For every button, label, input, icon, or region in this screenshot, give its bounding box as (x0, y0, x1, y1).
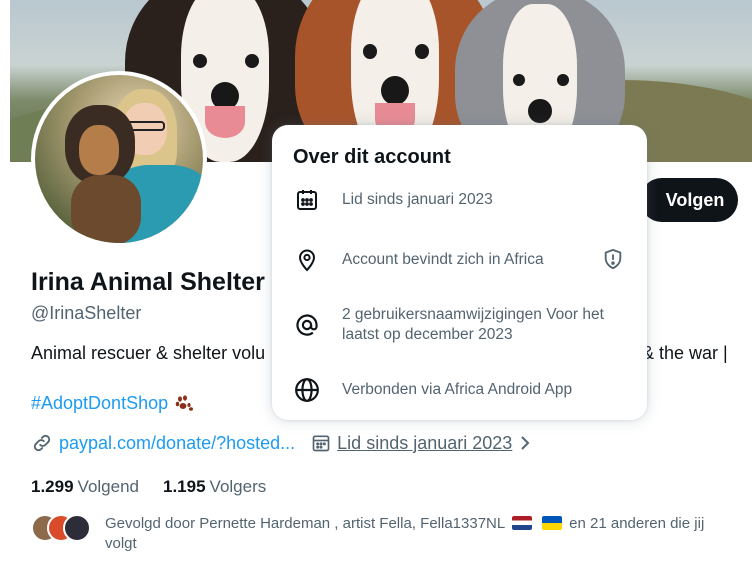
profile-website-text[interactable]: paypal.com/donate/?hosted... (59, 433, 295, 454)
ukraine-flag-icon (542, 516, 562, 530)
at-sign-icon (294, 312, 320, 338)
about-account-popover: Over dit account Lid sinds januari 2023 … (272, 125, 647, 420)
follow-button[interactable]: Volgen (640, 178, 738, 222)
profile-bio-tail: & the war | (642, 343, 728, 363)
profile-name: Irina Animal Shelter (31, 268, 265, 296)
calendar-icon (294, 187, 320, 213)
hashtag-text[interactable]: #AdoptDontShop (31, 393, 168, 414)
popover-item-connected-via: Verbonden via Africa Android App (294, 377, 634, 403)
calendar-icon (311, 433, 331, 453)
followers-label: Volgers (209, 477, 267, 496)
profile-website-link[interactable]: paypal.com/donate/?hosted... (31, 432, 295, 454)
popover-item-joined: Lid sinds januari 2023 (294, 187, 634, 213)
joined-date-link[interactable]: Lid sinds januari 2023 (311, 433, 532, 454)
profile-avatar[interactable] (31, 71, 207, 247)
avatar-image (35, 75, 203, 243)
popover-title: Over dit account (293, 146, 451, 168)
paw-prints-icon (174, 394, 194, 414)
profile-bio: Animal rescuer & shelter volu (31, 343, 266, 363)
profile-meta-row: paypal.com/donate/?hosted... Lid sinds j… (31, 432, 532, 454)
following-count: 1.299 (31, 477, 74, 496)
shield-info-icon[interactable] (602, 248, 624, 270)
followed-by-text[interactable]: Gevolgd door Pernette Hardeman , artist … (105, 514, 735, 554)
avatar (63, 514, 91, 542)
link-icon (31, 432, 53, 454)
follow-counts: 1.299 Volgend 1.195 Volgers (31, 477, 266, 497)
followed-by-avatars (31, 514, 91, 542)
joined-date-text[interactable]: Lid sinds januari 2023 (337, 433, 512, 454)
popover-item-username-changes: 2 gebruikersnaamwijzigingen Voor het laa… (294, 305, 634, 345)
netherlands-flag-icon (511, 516, 532, 530)
followed-by-row[interactable]: Gevolgd door Pernette Hardeman , artist … (31, 514, 735, 554)
chevron-right-icon (518, 434, 532, 452)
follow-button-label: Volgen (665, 189, 725, 210)
followed-by-prefix: Gevolgd door Pernette Hardeman , artist … (105, 515, 505, 532)
popover-item-label: 2 gebruikersnaamwijzigingen Voor het laa… (342, 306, 604, 343)
popover-item-label: Lid sinds januari 2023 (342, 191, 493, 208)
following-count-link[interactable]: 1.299 Volgend (31, 477, 139, 497)
following-label: Volgend (77, 477, 139, 496)
popover-item-location: Account bevindt zich in Africa (294, 247, 634, 273)
hashtag-link[interactable]: #AdoptDontShop (31, 393, 194, 414)
popover-item-label: Verbonden via Africa Android App (342, 381, 573, 398)
followers-count: 1.195 (163, 477, 206, 496)
location-pin-icon (294, 247, 320, 273)
followers-count-link[interactable]: 1.195 Volgers (163, 477, 266, 497)
profile-handle: @IrinaShelter (31, 303, 142, 323)
popover-item-label: Account bevindt zich in Africa (342, 251, 544, 268)
globe-icon (294, 377, 320, 403)
